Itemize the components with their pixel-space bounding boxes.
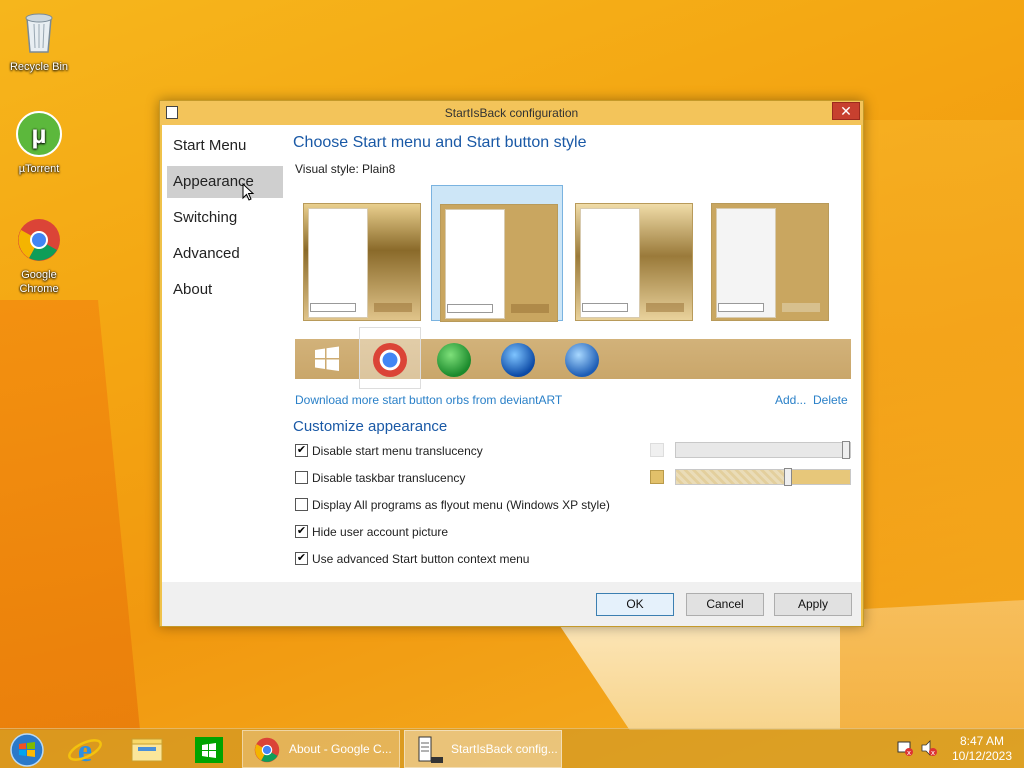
taskbar-explorer[interactable] (120, 731, 174, 767)
clock[interactable]: 8:47 AM 10/12/2023 (950, 734, 1014, 764)
chrome-icon (15, 216, 63, 264)
chrome-orb-icon[interactable] (373, 343, 407, 377)
taskbar-task-startisback[interactable]: StartIsBack config... (404, 730, 562, 768)
visual-style-label: Visual style: (295, 162, 359, 176)
cancel-button[interactable]: Cancel (686, 593, 764, 616)
style-thumbnail[interactable] (295, 185, 427, 321)
option-label: Disable start menu translucency (312, 444, 483, 458)
taskbar: e About - Google C... StartIsBack config… (0, 728, 1024, 768)
wallpaper-shape (840, 120, 1024, 730)
style-thumbnail[interactable] (703, 185, 835, 321)
style-thumbnail-selected[interactable] (431, 185, 563, 322)
task-label: About - Google C... (289, 742, 392, 756)
windows7-orb-icon[interactable] (501, 343, 535, 377)
search-icon (310, 303, 356, 312)
checkbox[interactable]: ✔ (295, 444, 308, 457)
wallpaper-shape (0, 300, 140, 730)
internet-explorer-icon: e (68, 732, 102, 768)
svg-text:e: e (78, 732, 92, 767)
window-client: Start Menu Appearance Switching Advanced… (162, 125, 861, 582)
window-title: StartIsBack configuration (444, 106, 579, 120)
windows-orb-icon (10, 733, 44, 767)
slider-thumb[interactable] (842, 441, 850, 459)
delete-orb-link[interactable]: Delete (813, 393, 848, 407)
svg-text:x: x (907, 749, 911, 757)
start-orb-strip (295, 327, 851, 389)
clock-date: 10/12/2023 (951, 749, 1013, 763)
option-label: Disable taskbar translucency (312, 471, 466, 485)
sidebar-item-appearance[interactable]: Appearance (167, 166, 283, 198)
taskbar-opacity-slider[interactable] (675, 468, 851, 486)
network-icon[interactable]: x (896, 739, 914, 760)
desktop-icon-recycle-bin[interactable]: Recycle Bin (1, 8, 77, 74)
ok-button[interactable]: OK (596, 593, 674, 616)
volume-muted-icon[interactable]: x (920, 739, 938, 760)
style-thumbnail[interactable] (567, 185, 699, 321)
desktop-icon-utorrent[interactable]: µ µTorrent (1, 110, 77, 176)
vista-orb-icon[interactable] (565, 343, 599, 377)
visual-style-value: Plain8 (362, 162, 396, 176)
checkbox[interactable]: ✔ (295, 525, 308, 538)
taskbar-task-chrome[interactable]: About - Google C... (242, 730, 400, 768)
checkbox[interactable] (295, 471, 308, 484)
sidebar-item-start-menu[interactable]: Start Menu (167, 130, 283, 162)
option-label: Use advanced Start button context menu (312, 552, 530, 566)
menu-color-swatch[interactable] (650, 443, 664, 457)
slider-thumb[interactable] (784, 468, 792, 486)
clock-time: 8:47 AM (959, 734, 1005, 748)
taskbar-store[interactable] (182, 731, 236, 767)
option-label: Display All programs as flyout menu (Win… (312, 498, 610, 512)
search-icon (447, 304, 493, 313)
title-bar[interactable]: StartIsBack configuration ✕ (160, 101, 863, 125)
download-orbs-link[interactable]: Download more start button orbs from dev… (295, 393, 562, 407)
close-button[interactable]: ✕ (832, 102, 860, 120)
customize-heading: Customize appearance (293, 418, 448, 435)
startisback-icon (418, 736, 443, 763)
sidebar-item-about[interactable]: About (167, 274, 283, 306)
app-icon (166, 106, 178, 119)
option-label: Hide user account picture (312, 525, 449, 539)
apply-button[interactable]: Apply (774, 593, 852, 616)
utorrent-icon: µ (15, 110, 63, 158)
clover-orb-icon[interactable] (437, 343, 471, 377)
taskbar-ie[interactable]: e (58, 731, 112, 768)
sidebar: Start Menu Appearance Switching Advanced… (162, 125, 286, 582)
desktop-icon-label: Google Chrome (19, 269, 59, 295)
page-title: Choose Start menu and Start button style (293, 134, 587, 151)
menu-opacity-slider[interactable] (675, 441, 851, 459)
appearance-panel: Choose Start menu and Start button style… (293, 125, 859, 582)
sidebar-item-advanced[interactable]: Advanced (167, 238, 283, 270)
checkbox[interactable]: ✔ (295, 552, 308, 565)
checkbox[interactable] (295, 498, 308, 511)
desktop-icon-label: Recycle Bin (9, 61, 69, 73)
store-icon (195, 737, 223, 763)
desktop-icon-label: µTorrent (18, 163, 60, 175)
folder-icon (131, 738, 163, 762)
task-label: StartIsBack config... (451, 742, 558, 756)
svg-text:µ: µ (32, 119, 47, 149)
desktop-icon-chrome[interactable]: Google Chrome (1, 216, 77, 296)
svg-text:x: x (931, 749, 935, 757)
windows8-orb-icon[interactable] (313, 345, 341, 378)
taskbar-color-swatch[interactable] (650, 470, 664, 484)
chrome-icon (254, 737, 280, 763)
dialog-footer: OK Cancel Apply (162, 582, 861, 626)
search-icon (582, 303, 628, 312)
mouse-cursor-icon (242, 183, 255, 201)
add-orb-link[interactable]: Add... (775, 393, 806, 407)
recycle-bin-icon (15, 8, 63, 56)
start-button[interactable] (0, 731, 54, 767)
sidebar-item-switching[interactable]: Switching (167, 202, 283, 234)
config-window: StartIsBack configuration ✕ Start Menu A… (159, 100, 864, 627)
search-icon (718, 303, 764, 312)
